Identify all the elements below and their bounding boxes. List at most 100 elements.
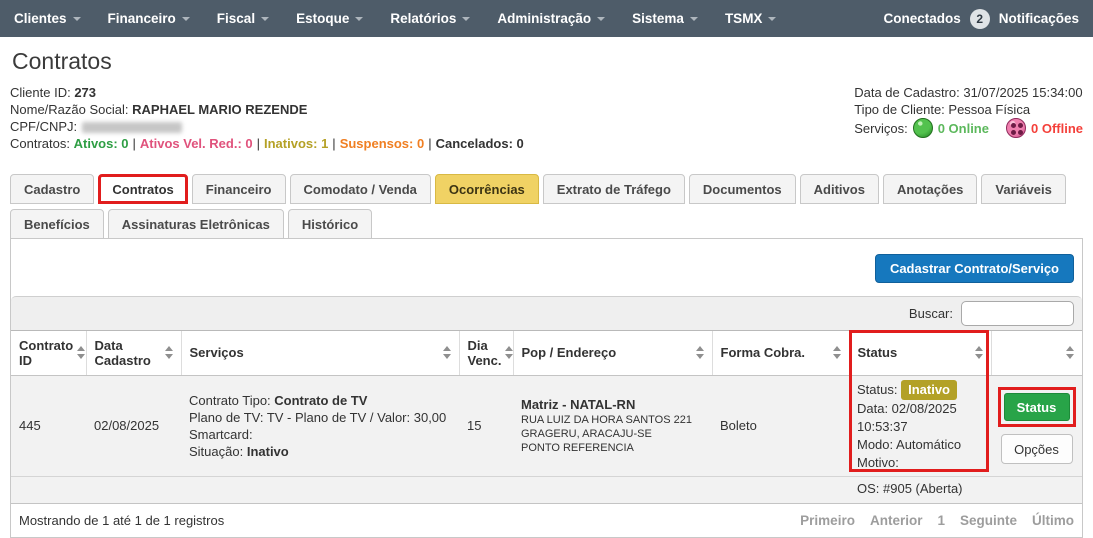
- notifications-link[interactable]: Notificações: [999, 11, 1079, 26]
- pagination-page-1[interactable]: 1: [937, 513, 945, 528]
- col-status[interactable]: Status: [849, 331, 991, 375]
- nav-label: Estoque: [296, 11, 349, 26]
- tab-anotacoes[interactable]: Anotações: [883, 174, 977, 204]
- client-id-line: Cliente ID: 273: [10, 84, 524, 101]
- sort-icon: [696, 346, 704, 359]
- sort-icon: [833, 346, 841, 359]
- tab-documentos[interactable]: Documentos: [689, 174, 796, 204]
- col-servicos[interactable]: Serviços: [181, 331, 459, 375]
- client-type-line: Tipo de Cliente: Pessoa Física: [854, 101, 1083, 118]
- tab-assinaturas-eletronicas[interactable]: Assinaturas Eletrônicas: [108, 209, 284, 239]
- nav-tsmx[interactable]: TSMX: [725, 11, 777, 26]
- cell-forma-cobra: Boleto: [712, 375, 849, 476]
- chevron-down-icon: [690, 17, 698, 21]
- nav-clientes[interactable]: Clientes: [14, 11, 81, 26]
- nav-label: Fiscal: [217, 11, 255, 26]
- services-status-line: Serviços: 0 Online 0 Offline: [854, 118, 1083, 138]
- nav-financeiro[interactable]: Financeiro: [108, 11, 190, 26]
- chevron-down-icon: [73, 17, 81, 21]
- table-row: 445 02/08/2025 Contrato Tipo: Contrato d…: [11, 375, 1082, 476]
- col-pop-endereco[interactable]: Pop / Endereço: [513, 331, 712, 375]
- online-status-icon: [913, 118, 933, 138]
- cell-contract-id: 445: [11, 375, 86, 476]
- status-button[interactable]: Status: [1004, 393, 1070, 421]
- tab-beneficios[interactable]: Benefícios: [10, 209, 104, 239]
- client-name-line: Nome/Razão Social: RAPHAEL MARIO REZENDE: [10, 101, 524, 118]
- cell-data-cadastro: 02/08/2025: [86, 375, 181, 476]
- contracts-table-wrap: Contrato ID Data Cadastro Serviços Dia V…: [11, 331, 1082, 503]
- cell-servicos: Contrato Tipo: Contrato de TV Plano de T…: [181, 375, 459, 476]
- cell-actions: Status Opções: [991, 375, 1082, 476]
- sort-icon: [443, 346, 451, 359]
- connected-count-badge: 2: [970, 9, 990, 29]
- col-forma-cobra[interactable]: Forma Cobra.: [712, 331, 849, 375]
- count-ativos: Ativos: 0: [74, 136, 129, 151]
- tab-ocorrencias[interactable]: Ocorrências: [435, 174, 539, 204]
- col-actions[interactable]: [991, 331, 1082, 375]
- chevron-down-icon: [768, 17, 776, 21]
- sort-icon: [975, 346, 983, 359]
- contracts-table: Contrato ID Data Cadastro Serviços Dia V…: [11, 331, 1082, 503]
- nav-fiscal[interactable]: Fiscal: [217, 11, 269, 26]
- search-label: Buscar:: [909, 306, 953, 321]
- client-contracts-line: Contratos: Ativos: 0|Ativos Vel. Red.: 0…: [10, 135, 524, 152]
- col-data-cadastro[interactable]: Data Cadastro: [86, 331, 181, 375]
- tab-contratos[interactable]: Contratos: [98, 174, 187, 204]
- pagination: Primeiro Anterior 1 Seguinte Último: [800, 513, 1074, 528]
- os-row: OS: #905 (Aberta): [11, 476, 1082, 503]
- col-dia-venc[interactable]: Dia Venc.: [459, 331, 513, 375]
- client-info: Cliente ID: 273 Nome/Razão Social: RAPHA…: [10, 84, 1083, 152]
- col-contrato-id[interactable]: Contrato ID: [11, 331, 86, 375]
- table-footer: Mostrando de 1 até 1 de 1 registros Prim…: [11, 503, 1082, 537]
- count-ativos-vel-red: Ativos Vel. Red.: 0: [140, 136, 253, 151]
- contracts-panel: Cadastrar Contrato/Serviço Buscar: Contr…: [10, 238, 1083, 538]
- cell-dia-venc: 15: [459, 375, 513, 476]
- pagination-prev[interactable]: Anterior: [870, 513, 923, 528]
- tab-bar: Cadastro Contratos Financeiro Comodato /…: [10, 174, 1083, 239]
- nav-estoque[interactable]: Estoque: [296, 11, 363, 26]
- tab-comodato-venda[interactable]: Comodato / Venda: [290, 174, 431, 204]
- pagination-next[interactable]: Seguinte: [960, 513, 1017, 528]
- tab-historico[interactable]: Histórico: [288, 209, 372, 239]
- nav-sistema[interactable]: Sistema: [632, 11, 698, 26]
- page-title: Contratos: [12, 48, 1083, 75]
- nav-label: Sistema: [632, 11, 684, 26]
- offline-status-icon: [1006, 118, 1026, 138]
- cell-pop-endereco: Matriz - NATAL-RN RUA LUIZ DA HORA SANTO…: [513, 375, 712, 476]
- pagination-first[interactable]: Primeiro: [800, 513, 855, 528]
- nav-label: Relatórios: [390, 11, 456, 26]
- tab-variaveis[interactable]: Variáveis: [981, 174, 1065, 204]
- connected-link[interactable]: Conectados: [883, 11, 960, 26]
- chevron-down-icon: [462, 17, 470, 21]
- online-count: 0 Online: [938, 120, 989, 137]
- table-header-row: Contrato ID Data Cadastro Serviços Dia V…: [11, 331, 1082, 375]
- cadastrar-contrato-button[interactable]: Cadastrar Contrato/Serviço: [875, 254, 1074, 283]
- opcoes-button[interactable]: Opções: [1001, 434, 1073, 464]
- tab-financeiro[interactable]: Financeiro: [192, 174, 286, 204]
- nav-relatorios[interactable]: Relatórios: [390, 11, 470, 26]
- status-badge: Inativo: [901, 380, 957, 400]
- nav-administracao[interactable]: Administração: [497, 11, 605, 26]
- client-cpf-line: CPF/CNPJ:: [10, 118, 524, 135]
- sort-icon: [165, 346, 173, 359]
- nav-label: Administração: [497, 11, 591, 26]
- chevron-down-icon: [597, 17, 605, 21]
- tab-extrato-trafego[interactable]: Extrato de Tráfego: [543, 174, 685, 204]
- sort-icon: [1066, 346, 1074, 359]
- pagination-last[interactable]: Último: [1032, 513, 1074, 528]
- count-inativos: Inativos: 1: [264, 136, 328, 151]
- os-info: OS: #905 (Aberta): [849, 476, 991, 503]
- top-navbar: Clientes Financeiro Fiscal Estoque Relat…: [0, 0, 1093, 37]
- sort-icon: [505, 346, 513, 359]
- nav-label: TSMX: [725, 11, 763, 26]
- search-input[interactable]: [961, 301, 1074, 326]
- nav-label: Clientes: [14, 11, 67, 26]
- chevron-down-icon: [182, 17, 190, 21]
- nav-label: Financeiro: [108, 11, 176, 26]
- cpf-redacted: [82, 122, 182, 133]
- tab-cadastro[interactable]: Cadastro: [10, 174, 94, 204]
- count-cancelados: Cancelados: 0: [436, 136, 524, 151]
- count-suspensos: Suspensos: 0: [340, 136, 425, 151]
- offline-count: 0 Offline: [1031, 120, 1083, 137]
- tab-aditivos[interactable]: Aditivos: [800, 174, 879, 204]
